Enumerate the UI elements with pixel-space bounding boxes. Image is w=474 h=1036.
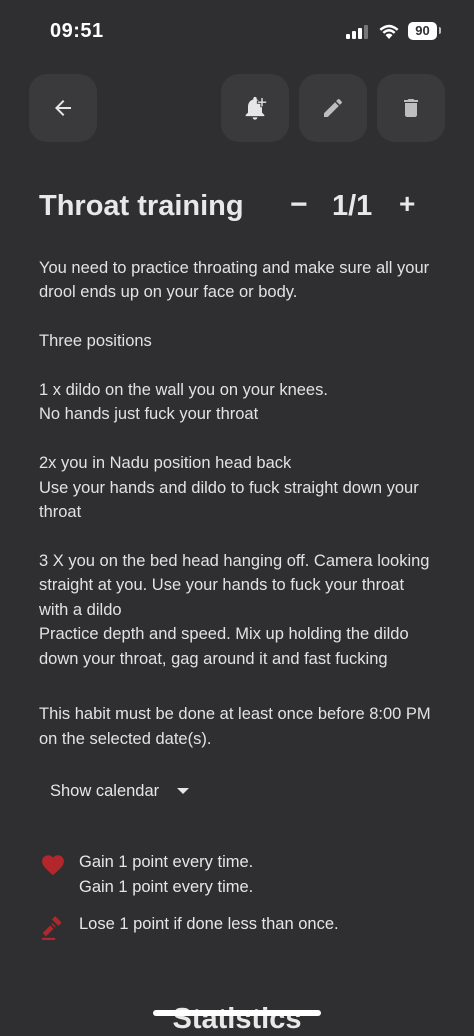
arrow-left-icon [55, 100, 71, 116]
add-reminder-button[interactable] [221, 74, 289, 142]
lose-points-row: Lose 1 point if done less than once. [39, 912, 439, 940]
habit-description: You need to practice throating and make … [39, 259, 430, 668]
back-button[interactable] [29, 74, 97, 142]
edit-button[interactable] [299, 74, 367, 142]
habit-title: Throat training [39, 190, 244, 222]
caret-down-icon [177, 788, 190, 794]
gain-line-1: Gain 1 point every time. [79, 853, 254, 871]
status-bar: 09:51 90 [0, 0, 474, 64]
show-calendar-label: Show calendar [50, 781, 160, 800]
trash-icon [404, 99, 418, 117]
habit-header: Throat training − 1/1 + [39, 188, 434, 230]
bell-plus-icon [245, 96, 268, 120]
decrement-button[interactable]: − [290, 188, 308, 222]
statistics-heading: Statistics [172, 1003, 302, 1035]
wifi-icon [379, 24, 399, 39]
battery-tip [439, 27, 441, 34]
pencil-icon [324, 98, 342, 117]
cellular-signal-icon [346, 25, 372, 39]
counter-value: 1/1 [332, 190, 373, 222]
points-section: Gain 1 point every time. Gain 1 point ev… [39, 850, 439, 940]
gain-points-row: Gain 1 point every time. Gain 1 point ev… [39, 850, 439, 900]
battery-indicator: 90 [408, 22, 437, 40]
heart-icon [42, 855, 64, 876]
habit-schedule-rule: This habit must be done at least once be… [39, 705, 431, 748]
lose-line: Lose 1 point if done less than once. [79, 915, 339, 933]
increment-button[interactable]: + [399, 188, 415, 220]
broken-hammer-icon [42, 916, 64, 940]
gain-line-2: Gain 1 point every time. [79, 878, 254, 896]
delete-button[interactable] [377, 74, 445, 142]
show-calendar-button[interactable]: Show calendar [40, 774, 199, 808]
home-indicator[interactable] [153, 1010, 321, 1016]
status-time: 09:51 [50, 20, 104, 42]
